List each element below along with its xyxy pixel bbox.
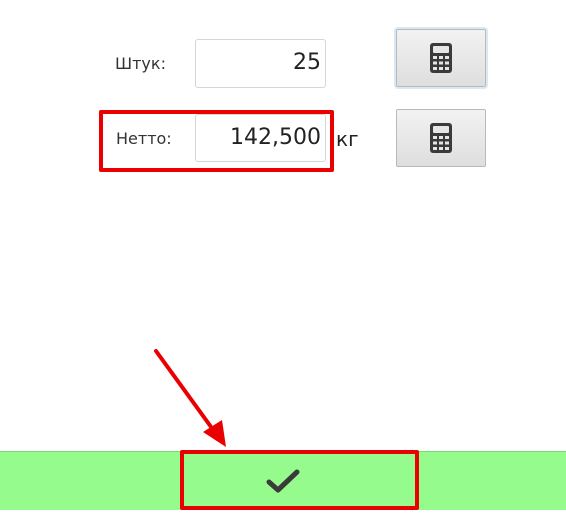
pieces-label: Штук:	[115, 54, 166, 73]
checkmark-icon	[266, 469, 300, 493]
confirm-bar	[0, 451, 566, 510]
confirm-button[interactable]	[0, 452, 566, 510]
calculator-icon	[430, 43, 452, 73]
calculator-icon	[430, 123, 452, 153]
pieces-input[interactable]: 25	[195, 39, 326, 88]
pieces-calculator-button[interactable]	[396, 29, 486, 87]
net-weight-input[interactable]: 142,500	[195, 114, 326, 162]
net-weight-label: Нетто:	[116, 129, 172, 148]
net-weight-calculator-button[interactable]	[396, 109, 486, 167]
net-weight-unit: кг	[336, 127, 359, 151]
